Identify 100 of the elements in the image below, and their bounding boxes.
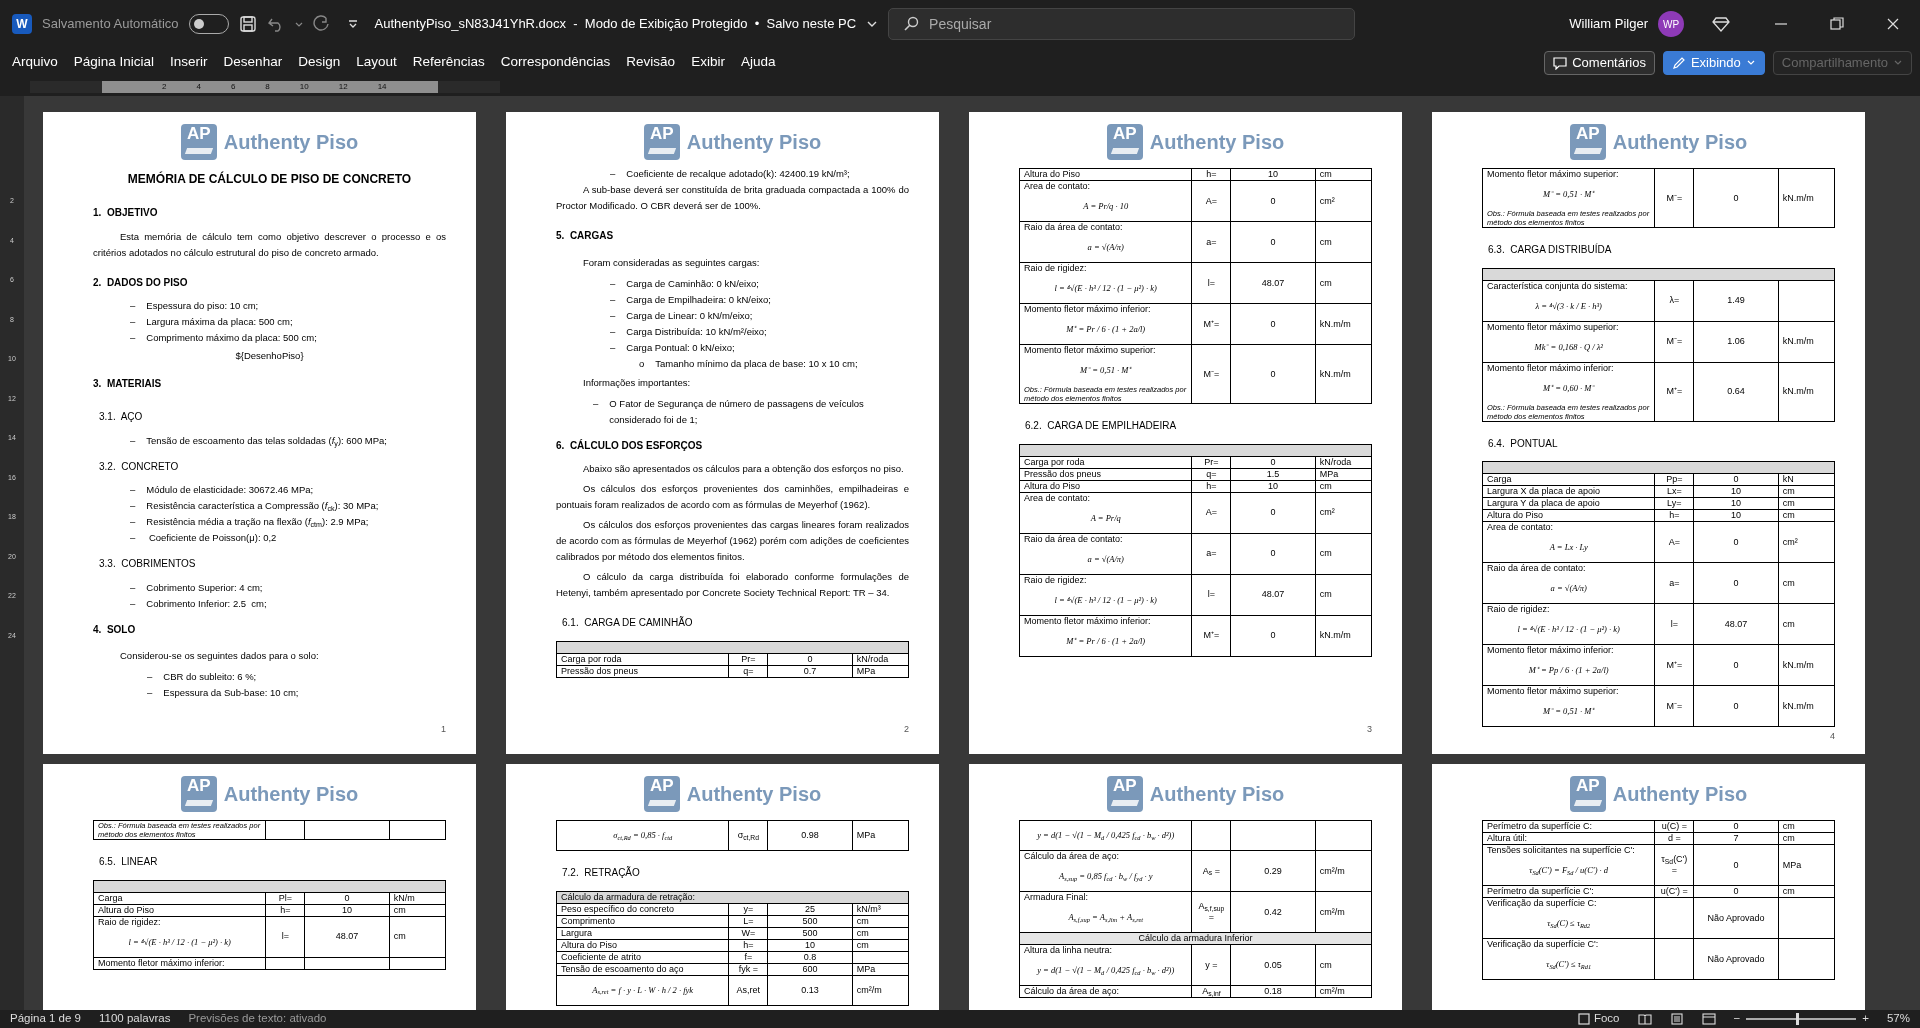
paragraph: Os cálculos dos esforços provenientes dos caminhões, empilhadeiras e pontuais foram realizados de acordo com as fórmulas de Meyerhof (1962).: [556, 482, 909, 512]
ribbon-tab[interactable]: Exibir: [683, 47, 733, 79]
logo-name: Authenty Piso: [686, 129, 822, 155]
table-cell: l=: [265, 916, 305, 957]
table-cell: Altura útil:: [1482, 832, 1655, 845]
slider-thumb[interactable]: [1795, 1013, 1799, 1025]
table-cell: As,ret: [728, 975, 768, 1005]
section-heading: 1. OBJETIVO: [93, 207, 159, 220]
table-cell: 10: [767, 939, 853, 951]
focus-button[interactable]: Foco: [1577, 1010, 1620, 1028]
web-layout-icon[interactable]: [1701, 1013, 1716, 1025]
print-layout-icon[interactable]: [1669, 1013, 1684, 1025]
focus-icon: [1577, 1013, 1590, 1025]
table-cell: fyk =: [728, 963, 768, 975]
formula: y = d(1 − √(1 − M$_{d}$ / 0,425 f$_{cd}$ · b$_{w}$ · d²)): [1035, 829, 1176, 843]
zoom-in-button[interactable]: +: [1862, 1010, 1869, 1028]
word-count[interactable]: 1100 palavras: [99, 1010, 171, 1028]
table-cell: MPa: [852, 963, 909, 975]
formula: τ$_{Sd}$(C) ≤ τ$_{Rd2}$: [1546, 917, 1592, 931]
ribbon-tab[interactable]: Página Inicial: [65, 47, 163, 79]
logo-badge: AP: [1569, 124, 1606, 160]
subsection-heading: 3.2. CONCRETO: [99, 460, 180, 474]
table-cell: d =: [1654, 832, 1694, 845]
table-cell: cm: [1315, 533, 1372, 574]
table-cell: 500: [767, 927, 853, 939]
formula: l = ⁴√(E · h³ / 12 · (1 − μ²) · k): [1053, 593, 1158, 607]
row-label: Momento fletor máximo inferior:: [1487, 362, 1614, 373]
table-cell: 10: [1693, 497, 1779, 510]
table-cell: y=: [728, 903, 768, 915]
table-cell: kN.m/m: [1778, 644, 1835, 686]
search-box[interactable]: Pesquisar: [888, 8, 1356, 40]
table-cell: cm: [1778, 562, 1835, 604]
table-cell: cm²/m: [1315, 850, 1372, 892]
ribbon-tab[interactable]: Correspondências: [492, 47, 619, 79]
formula: M⁺ = Pr / 6 · (1 + 2a/l): [1065, 634, 1147, 648]
comments-button[interactable]: Comentários: [1544, 51, 1655, 75]
table-cell: Pr=: [728, 653, 768, 665]
diamond-icon[interactable]: [1712, 15, 1730, 33]
table-cell: 0: [1230, 221, 1316, 263]
list-item-text: Cobrimento Inferior: 2.5 cm;: [146, 596, 267, 611]
ribbon-tab[interactable]: Revisão: [618, 47, 684, 79]
ribbon-tab[interactable]: Inserir: [162, 47, 216, 79]
page-count[interactable]: Página 1 de 9: [10, 1010, 81, 1028]
table-cell: 10: [1693, 485, 1779, 498]
zoom-out-button[interactable]: −: [1733, 1010, 1741, 1028]
table-cell: 0: [1693, 562, 1779, 604]
row-label: Area de contato:: [1487, 522, 1554, 532]
table-cell: kN: [1778, 473, 1835, 486]
table-cell: 0.98: [767, 820, 853, 851]
search-field[interactable]: Pesquisar: [927, 12, 1341, 36]
redo-icon[interactable]: [312, 15, 331, 33]
table-cell: Comprimento: [556, 915, 729, 927]
formula: M⁺ = Pr / 6 · (1 + 2a/l): [1065, 323, 1147, 336]
table-cell: kN.m/m: [1778, 168, 1835, 228]
save-icon[interactable]: [238, 15, 257, 33]
ribbon-tab[interactable]: Ajuda: [732, 47, 784, 79]
mode-button[interactable]: Exibindo: [1662, 51, 1765, 75]
zoom-level[interactable]: 57%: [1886, 1010, 1910, 1028]
ribbon-tab[interactable]: Desenhar: [215, 47, 291, 79]
ruler-number: 4: [196, 81, 201, 93]
table-cell: 0: [1693, 885, 1779, 898]
row-label: Raio de rigidez:: [98, 916, 161, 927]
table-cell: 0: [1693, 844, 1779, 886]
table-cell: kN/m³: [852, 903, 909, 915]
table-cell: Altura do Piso: [1019, 480, 1192, 492]
table-cell: 0.18: [1230, 985, 1316, 998]
list-marker: –: [610, 167, 616, 181]
logo-badge: AP: [643, 124, 680, 160]
table-cell: cm: [852, 939, 909, 951]
table-cell: 0.29: [1230, 850, 1316, 892]
logo-name: Authenty Piso: [223, 781, 359, 807]
row-label: Raio da área de contato:: [1487, 563, 1586, 573]
table-cell: 0.8: [767, 951, 853, 963]
list-item-text: CBR do subleito: 6 %;: [163, 670, 257, 685]
row-label: Area de contato:: [1024, 492, 1091, 503]
logo-badge: AP: [1106, 776, 1143, 812]
table-cell: 0: [1693, 168, 1779, 228]
text-predictions-status[interactable]: Previsões de texto: ativado: [188, 1010, 327, 1028]
table-cell: Coeficiente de atrito: [556, 951, 729, 963]
user-avatar[interactable]: WP: [1658, 11, 1684, 37]
list-marker: –: [130, 580, 136, 595]
row-label: Altura da linha neutra:: [1024, 945, 1113, 955]
table-cell: MPa: [1778, 844, 1835, 886]
ribbon-tab[interactable]: Referências: [404, 47, 493, 79]
formula: A$_{s,f,sup}$ = A$_{s,lim}$ + A$_{s,ret}$: [1067, 911, 1145, 925]
formula: A = Pr/q: [1089, 511, 1122, 525]
read-mode-icon[interactable]: [1637, 1013, 1652, 1025]
ribbon-tab[interactable]: Arquivo: [4, 47, 66, 79]
ribbon-tab[interactable]: Layout: [348, 47, 405, 79]
document-title-heading: MEMÓRIA DE CÁLCULO DE PISO DE CONCRETO: [126, 172, 413, 187]
formula: τ$_{Sd}$(C') = F$_{Sd}$ / u(C') · d: [1528, 864, 1610, 878]
table-cell: a=: [1654, 562, 1694, 604]
table-cell: 0: [767, 653, 853, 665]
table-cell: 600: [767, 963, 853, 975]
logo-name: Authenty Piso: [1612, 781, 1748, 807]
table-cell: 0: [1693, 644, 1779, 686]
table-cell: Carga por roda: [1019, 456, 1192, 468]
restore-icon[interactable]: [1828, 15, 1846, 33]
table-cell: Pressão dos pneus: [556, 665, 729, 677]
ribbon-tab[interactable]: Design: [290, 47, 349, 79]
